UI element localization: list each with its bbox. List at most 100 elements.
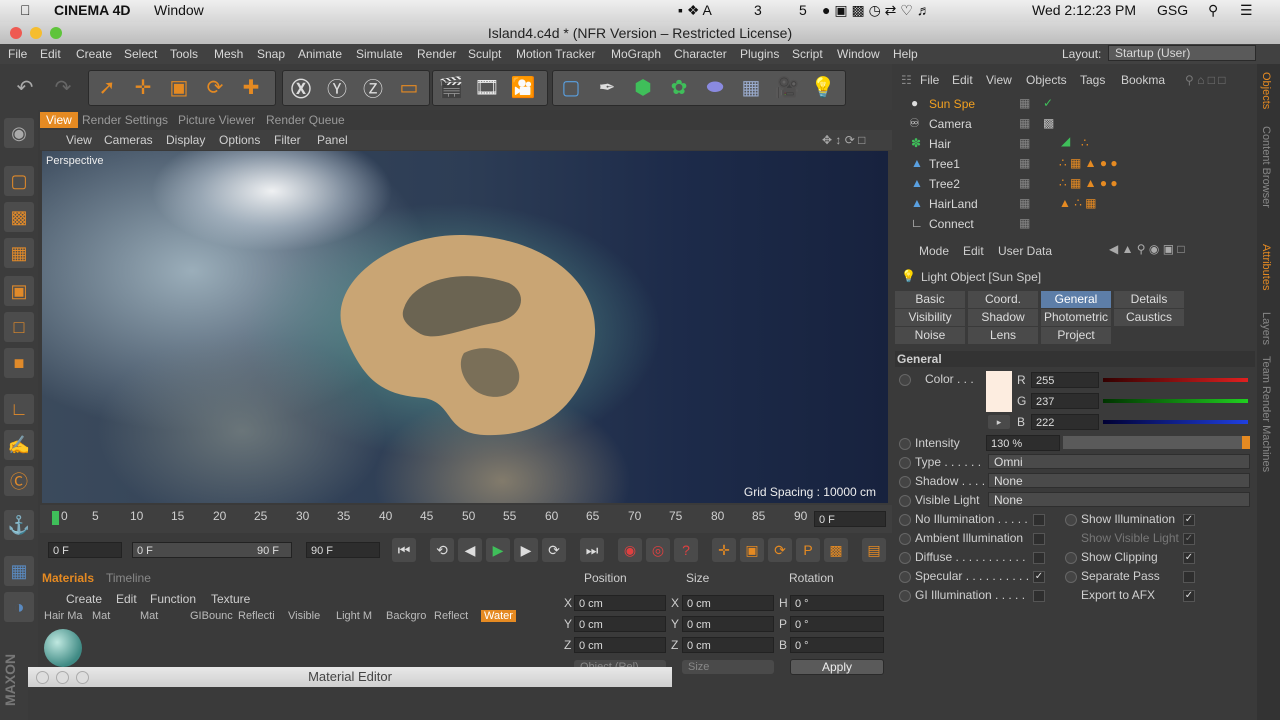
user-name[interactable]: GSG <box>1157 2 1188 18</box>
texture-mode-icon[interactable]: ▩ <box>4 202 34 232</box>
make-editable-icon[interactable]: ◉ <box>4 118 34 148</box>
vmenu-panel[interactable]: Panel <box>317 133 348 147</box>
side-tab-team-render[interactable]: Team Render Machines <box>1260 356 1272 472</box>
viewport-nav-icons[interactable]: ✥ ↕ ⟳ □ <box>822 133 865 147</box>
minimize-window-button[interactable] <box>56 671 69 684</box>
rot-b-field[interactable]: 0 ° <box>790 637 884 653</box>
key-position-icon[interactable]: ✛ <box>712 538 736 562</box>
vmenu-display[interactable]: Display <box>166 133 205 147</box>
key-pla-icon[interactable]: ▩ <box>824 538 848 562</box>
attr-tab-photometric[interactable]: Photometric <box>1041 309 1111 326</box>
animate-radio[interactable] <box>899 533 911 545</box>
intensity-slider-knob[interactable] <box>1242 436 1250 449</box>
gi-illumination-checkbox[interactable] <box>1033 590 1045 602</box>
magnet-icon[interactable]: ⚓ <box>4 510 34 540</box>
object-row-hairland[interactable]: ▲ HairLand ▦ ▲ ∴ ▦ <box>895 194 1245 214</box>
workplane-icon[interactable]: ▦ <box>4 238 34 268</box>
timeline-icon[interactable]: ▤ <box>862 538 886 562</box>
current-frame-field[interactable]: 0 F <box>814 511 886 527</box>
material-preview-sphere[interactable] <box>44 629 82 667</box>
move-icon[interactable]: ✛ <box>126 70 160 104</box>
layer-icon[interactable]: ▦ <box>1019 216 1030 230</box>
tab-render-queue[interactable]: Render Queue <box>260 112 351 128</box>
frame-range-slider[interactable]: 0 F 90 F <box>132 542 292 558</box>
color-mode-toggle[interactable]: ▸ <box>988 415 1010 429</box>
keyframe-selection-icon[interactable]: ? <box>674 538 698 562</box>
no-illumination-checkbox[interactable] <box>1033 514 1045 526</box>
object-name[interactable]: HairLand <box>929 197 978 211</box>
record-keys-icon[interactable]: ◉ <box>618 538 642 562</box>
end-frame-field[interactable]: 90 F <box>306 542 380 558</box>
attr-tab-coord[interactable]: Coord. <box>968 291 1038 308</box>
viewport[interactable]: Perspective Grid Spacing : 10000 cm <box>42 151 888 503</box>
object-row-connect[interactable]: ∟ Connect ▦ <box>895 214 1245 234</box>
animate-radio[interactable] <box>1065 514 1077 526</box>
menu-help[interactable]: Help <box>893 47 918 61</box>
z-axis-icon[interactable]: Ⓩ <box>356 70 390 104</box>
attr-tab-noise[interactable]: Noise <box>895 327 965 344</box>
menu-edit[interactable]: Edit <box>40 47 61 61</box>
menu-select[interactable]: Select <box>124 47 157 61</box>
playhead[interactable] <box>52 511 59 525</box>
menu-sculpt[interactable]: Sculpt <box>468 47 501 61</box>
rot-p-field[interactable]: 0 ° <box>790 616 884 632</box>
array-icon[interactable]: ✿ <box>662 70 696 104</box>
edges-mode-icon[interactable]: □ <box>4 312 34 342</box>
animate-radio[interactable] <box>899 590 911 602</box>
apple-icon[interactable]:  <box>20 2 31 18</box>
redo-icon[interactable]: ↷ <box>46 70 80 104</box>
size-y-field[interactable]: 0 cm <box>682 616 774 632</box>
material-item[interactable]: Backgro <box>386 610 426 622</box>
vmenu-view[interactable]: View <box>66 133 92 147</box>
undo-icon[interactable]: ↶ <box>8 70 42 104</box>
render-picture-viewer-icon[interactable]: 🎞 <box>470 70 504 104</box>
visible-light-dropdown[interactable]: None <box>988 492 1250 507</box>
go-to-end-icon[interactable]: ⏭ <box>580 538 604 562</box>
attr-tab-lens[interactable]: Lens <box>968 327 1038 344</box>
vmenu-cameras[interactable]: Cameras <box>104 133 153 147</box>
obj-menu-bookmarks[interactable]: Bookma <box>1121 73 1165 87</box>
tag-icon[interactable]: ∴ <box>1081 136 1089 150</box>
animate-shadow-radio[interactable] <box>899 476 911 488</box>
zoom-window-button[interactable] <box>50 27 62 39</box>
mat-menu-create[interactable]: Create <box>66 592 102 606</box>
app-menu[interactable]: CINEMA 4D <box>54 2 131 18</box>
start-frame-field[interactable]: 0 F <box>48 542 122 558</box>
live-selection-icon[interactable]: ➚ <box>90 70 124 104</box>
attr-tab-general[interactable]: General <box>1041 291 1111 308</box>
tab-materials[interactable]: Materials <box>42 571 94 585</box>
tab-render-settings[interactable]: Render Settings <box>76 112 174 128</box>
subdivision-icon[interactable]: ⬢ <box>626 70 660 104</box>
separate-pass-checkbox[interactable] <box>1183 571 1195 583</box>
previous-frame-icon[interactable]: ◀ <box>458 538 482 562</box>
rotate-icon[interactable]: ⟳ <box>198 70 232 104</box>
autokey-icon[interactable]: ◎ <box>646 538 670 562</box>
attr-tab-details[interactable]: Details <box>1114 291 1184 308</box>
pos-z-field[interactable]: 0 cm <box>574 637 666 653</box>
material-item[interactable]: Mat <box>92 610 110 622</box>
tag-icon[interactable]: ▲ ∴ ▦ <box>1059 196 1097 210</box>
menu-create[interactable]: Create <box>76 47 112 61</box>
mat-menu-function[interactable]: Function <box>150 592 196 606</box>
close-window-button[interactable] <box>10 27 22 39</box>
animate-visible-light-radio[interactable] <box>899 495 911 507</box>
tag-icon[interactable]: ∴ ▦ ▲ ● ● <box>1059 156 1118 170</box>
pos-y-field[interactable]: 0 cm <box>574 616 666 632</box>
material-item-selected[interactable]: Water <box>481 610 516 622</box>
animate-radio[interactable] <box>1065 571 1077 583</box>
object-name[interactable]: Tree1 <box>929 157 960 171</box>
coordinate-system-icon[interactable]: ▭ <box>392 70 426 104</box>
menu-motion-tracker[interactable]: Motion Tracker <box>516 47 595 61</box>
object-name[interactable]: Sun Spe <box>929 97 975 111</box>
tweak-mode-icon[interactable]: ✍ <box>4 430 34 460</box>
object-row-camera[interactable]: ♾ Camera ▦ ▩ <box>895 114 1245 134</box>
menu-window[interactable]: Window <box>837 47 880 61</box>
ambient-illumination-checkbox[interactable] <box>1033 533 1045 545</box>
obj-menu-tags[interactable]: Tags <box>1080 73 1105 87</box>
object-row-tree1[interactable]: ▲ Tree1 ▦ ∴ ▦ ▲ ● ● <box>895 154 1245 174</box>
rgb-b-slider[interactable] <box>1103 420 1248 424</box>
menu-script[interactable]: Script <box>792 47 823 61</box>
animate-type-radio[interactable] <box>899 457 911 469</box>
animate-radio[interactable] <box>899 514 911 526</box>
object-row-sun[interactable]: ● Sun Spe ▦ ✓ <box>895 94 1245 114</box>
